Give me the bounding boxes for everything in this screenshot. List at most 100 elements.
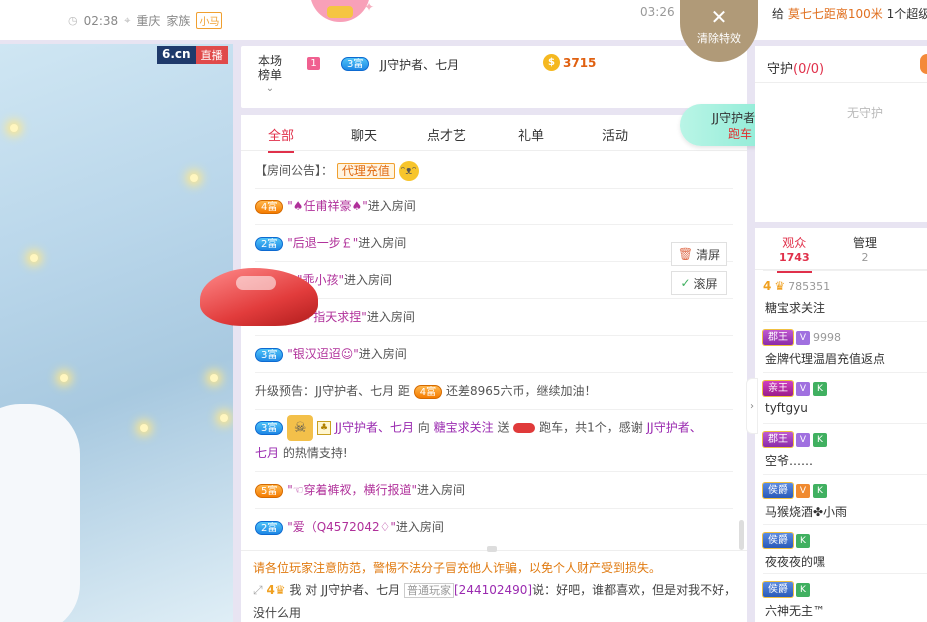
gift-receiver[interactable]: 糖宝求关注: [434, 421, 494, 435]
divider: [255, 508, 733, 509]
announcement: 【房间公告】： 代理充值 ᵔᴥᵔ: [255, 161, 419, 181]
rank-coin: $ 3715: [543, 54, 596, 71]
chat-message: 5富 "☜穿着裤衩，横行报道"进入房间: [255, 481, 465, 498]
guard-open-button[interactable]: [920, 54, 927, 74]
divider: [255, 471, 733, 472]
thanks-user[interactable]: JJ守护者、: [647, 421, 702, 435]
rank-list-toggle[interactable]: 本场 榜单 ⌄: [255, 54, 285, 96]
guard-panel: 守护(0/0) 无守护: [755, 46, 927, 222]
audience-name: 夜夜夜的嘿: [765, 555, 826, 569]
chevron-right-icon[interactable]: ›: [746, 378, 758, 434]
clear-screen-button[interactable]: 🗑 清屏: [671, 242, 727, 266]
sports-car-icon: [513, 423, 536, 433]
close-icon: ✕: [710, 5, 728, 29]
chat-tabs: 全部 聊天 点才艺 礼单 活动: [241, 115, 747, 153]
top-bar: ◷ 02:38 ⌖ 重庆 家族 小马 ✦ 03:26 给 莫七七距离100米 1…: [0, 0, 927, 40]
fairy-light: [30, 254, 38, 262]
message-user[interactable]: "银汉迢迢☺": [287, 347, 359, 361]
audience-row[interactable]: 郡王 V K 空爷……: [763, 423, 927, 473]
fairy-light: [60, 374, 68, 382]
auto-scroll-button[interactable]: ✓ 滚屏: [671, 271, 727, 295]
user-level-badge: 2富: [255, 236, 284, 251]
message-user[interactable]: "后退一步￡": [287, 236, 358, 250]
location-icon: ⌖: [124, 13, 131, 27]
collapse-handle[interactable]: [487, 546, 497, 552]
audience-row[interactable]: 郡王 V 9998 金牌代理温眉充值返点: [763, 321, 927, 371]
noble-badge: 郡王: [763, 330, 793, 345]
message-user[interactable]: "爱（Q4572042♢": [287, 520, 396, 534]
coin-icon: $: [543, 54, 560, 71]
audience-row[interactable]: 亲王 V K tyftgyu: [763, 372, 927, 422]
noble-badge: 亲王: [763, 381, 793, 396]
family-label: 家族: [166, 14, 191, 28]
family-tag[interactable]: 小马: [196, 12, 223, 29]
announcement-tag[interactable]: 代理充值: [336, 162, 395, 179]
anchor-time: 02:38: [83, 13, 119, 28]
message-user[interactable]: "♠任甫祥豪♠": [287, 199, 368, 213]
tab-activity[interactable]: 活动: [602, 125, 628, 144]
anchor-info: ◷ 02:38 ⌖ 重庆 家族 小马: [68, 12, 223, 29]
audience-row[interactable]: 侯爵 V K 马猴烧酒✤小雨: [763, 474, 927, 524]
sparkle-icon: ✦: [364, 0, 375, 14]
user-level-badge: 3富: [255, 421, 284, 435]
vip-badge: V: [796, 330, 810, 345]
tab-admins[interactable]: 管理 2: [853, 234, 877, 264]
my-message: ⤢ 4♛ 我 对 JJ守护者、七月 普通玩家 [244102490]说：好吧，谁都…: [253, 583, 737, 620]
user-id: 785351: [788, 279, 831, 293]
tab-talent[interactable]: 点才艺: [427, 125, 466, 144]
tab-chat[interactable]: 聊天: [351, 125, 377, 144]
noble-badge: 侯爵: [763, 533, 793, 548]
user-avatar[interactable]: ☠: [287, 415, 314, 441]
vip-badge: V: [796, 483, 810, 498]
my-wealth-rank: 4: [266, 583, 275, 597]
rank-user-name[interactable]: JJ守护者、七月: [380, 56, 459, 73]
audience-row[interactable]: 侯爵 K 六神无主™: [763, 573, 927, 622]
guard-title: 守护(0/0): [767, 62, 825, 77]
chat-scrollbar[interactable]: [739, 520, 744, 550]
user-level-badge: 3富: [255, 347, 284, 362]
chevron-down-icon: ⌄: [265, 83, 275, 94]
tab-audience[interactable]: 观众 1743: [777, 234, 812, 273]
chat-panel: 全部 聊天 点才艺 礼单 活动 【房间公告】： 代理充值 ᵔᴥᵔ 4富 "♠任甫…: [241, 115, 747, 550]
video-player[interactable]: 6.cn 直播: [0, 44, 233, 622]
private-message-panel: 请各位玩家注意防范，警惕不法分子冒充他人诈骗，以免个人财产受到损失。 ⤢ 4♛ …: [241, 546, 747, 622]
check-circle-icon: ✓: [680, 276, 691, 290]
tab-gifts[interactable]: 礼单: [518, 125, 544, 144]
site-badge: 6.cn 直播: [157, 46, 228, 64]
car-window: [236, 276, 276, 290]
rank-level-badge: 3富: [341, 56, 370, 71]
rank-bar: 本场 榜单 ⌄ 1 3富 JJ守护者、七月 $ 3715: [241, 46, 747, 108]
chat-message: 4富 "♠任甫祥豪♠"进入房间: [255, 197, 416, 214]
vip-badge: V: [796, 432, 810, 447]
upgrade-notice: 升级预告：JJ守护者、七月 距 4富 还差8965六币，继续加油！: [255, 384, 597, 399]
live-badge: 直播: [195, 46, 228, 64]
follow-heart-icon[interactable]: [310, 0, 370, 22]
audience-row[interactable]: 4 ♛ 785351 糖宝求关注: [763, 270, 927, 320]
gift-sender[interactable]: JJ守护者、七月: [335, 421, 414, 435]
medal-icon: ♣: [317, 421, 332, 435]
expand-icon[interactable]: ⤢: [253, 583, 263, 597]
divider: [255, 335, 733, 336]
user-id: 9998: [813, 331, 841, 344]
clear-effects-label: 清除特效: [697, 32, 741, 45]
rank-position: 1: [307, 57, 320, 70]
user-level-badge: 2富: [255, 520, 284, 535]
player-type-tag: 普通玩家: [404, 583, 454, 598]
audience-name: 糖宝求关注: [765, 301, 826, 315]
message-target[interactable]: JJ守护者、七月: [321, 583, 400, 597]
trash-icon: 🗑: [677, 247, 694, 261]
noble-badge: 郡王: [763, 432, 793, 447]
audience-panel: 观众 1743 管理 2 4 ♛ 785351 糖宝求关注 郡王 V 9998 金…: [755, 228, 927, 622]
k-badge: K: [796, 533, 810, 548]
clock-icon: ◷: [68, 14, 78, 27]
broadcast-clock: 03:26: [640, 5, 675, 19]
audience-row[interactable]: 侯爵 K 夜夜夜的嘿: [763, 524, 927, 574]
divider: [755, 82, 927, 83]
tab-all[interactable]: 全部: [268, 125, 295, 153]
k-badge: K: [813, 483, 827, 498]
audience-name: 马猴烧酒✤小雨: [765, 505, 848, 519]
chat-message: 2富 "后退一步￡"进入房间: [255, 234, 406, 251]
wealth-rank: 4: [763, 279, 772, 293]
message-user[interactable]: "☜穿着裤衩，横行报道": [287, 483, 417, 497]
smile-emoji-icon: ᵔᴥᵔ: [398, 161, 419, 181]
